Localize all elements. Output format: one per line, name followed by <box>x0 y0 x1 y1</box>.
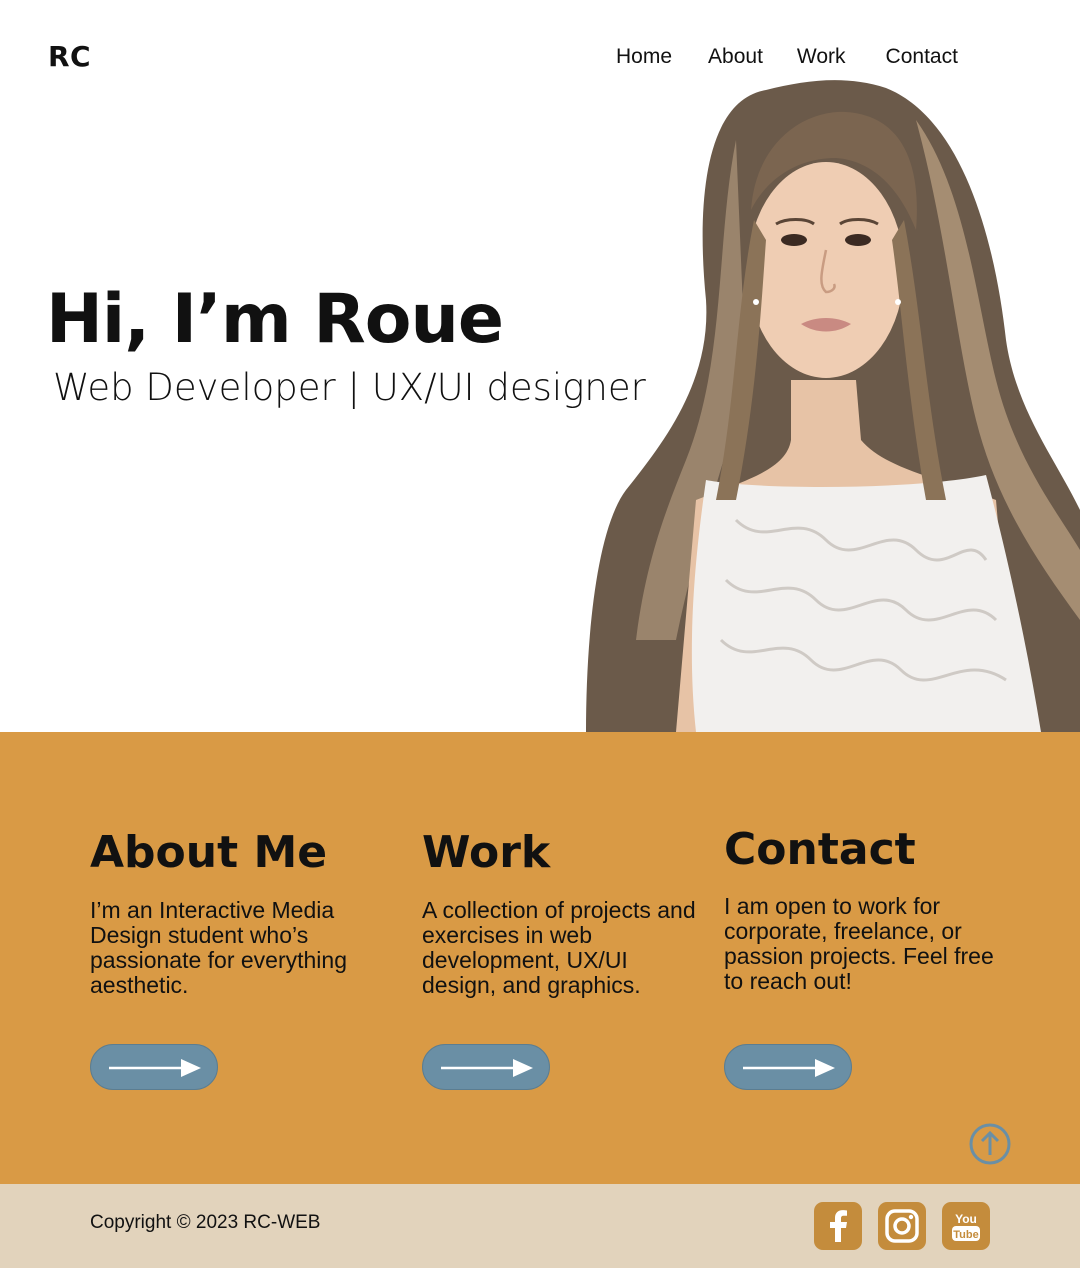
instagram-link[interactable] <box>878 1202 926 1250</box>
main-nav: Home About Work Contact <box>616 45 958 69</box>
nav-contact[interactable]: Contact <box>886 45 958 69</box>
contact-text: I am open to work for corporate, freelan… <box>724 893 994 994</box>
arrow-right-icon <box>441 1059 533 1077</box>
intro-sections: About Me I’m an Interactive Media Design… <box>0 732 1080 1184</box>
youtube-icon: You Tube <box>952 1212 980 1241</box>
about-text: I’m an Interactive Media Design student … <box>90 897 347 998</box>
about-heading: About Me <box>90 827 328 878</box>
nav-about[interactable]: About <box>708 45 763 69</box>
nav-work[interactable]: Work <box>797 45 846 69</box>
about-arrow-button[interactable] <box>90 1044 218 1090</box>
arrow-up-circle-icon <box>969 1123 1011 1165</box>
arrow-right-icon <box>743 1059 835 1077</box>
site-logo[interactable]: RC <box>48 40 91 73</box>
contact-arrow-button[interactable] <box>724 1044 852 1090</box>
copyright-text: Copyright © 2023 RC-WEB <box>90 1212 321 1233</box>
youtube-label-bottom: Tube <box>953 1229 978 1241</box>
youtube-label-top: You <box>955 1212 977 1226</box>
instagram-icon <box>885 1209 919 1243</box>
youtube-link[interactable]: You Tube <box>942 1202 990 1250</box>
portrait-image <box>586 80 1080 732</box>
work-heading: Work <box>422 827 551 878</box>
facebook-link[interactable] <box>814 1202 862 1250</box>
hero-subtitle: Web Developer | UX/UI designer <box>53 366 646 409</box>
contact-heading: Contact <box>724 824 916 875</box>
arrow-right-icon <box>109 1059 201 1077</box>
site-footer: Copyright © 2023 RC-WEB You Tube <box>0 1184 1080 1268</box>
nav-home[interactable]: Home <box>616 45 672 69</box>
hero-title: Hi, I’m Roue <box>46 280 504 359</box>
back-to-top-button[interactable] <box>969 1123 1011 1165</box>
work-arrow-button[interactable] <box>422 1044 550 1090</box>
facebook-icon <box>830 1210 847 1242</box>
work-text: A collection of projects and exercises i… <box>422 897 696 998</box>
